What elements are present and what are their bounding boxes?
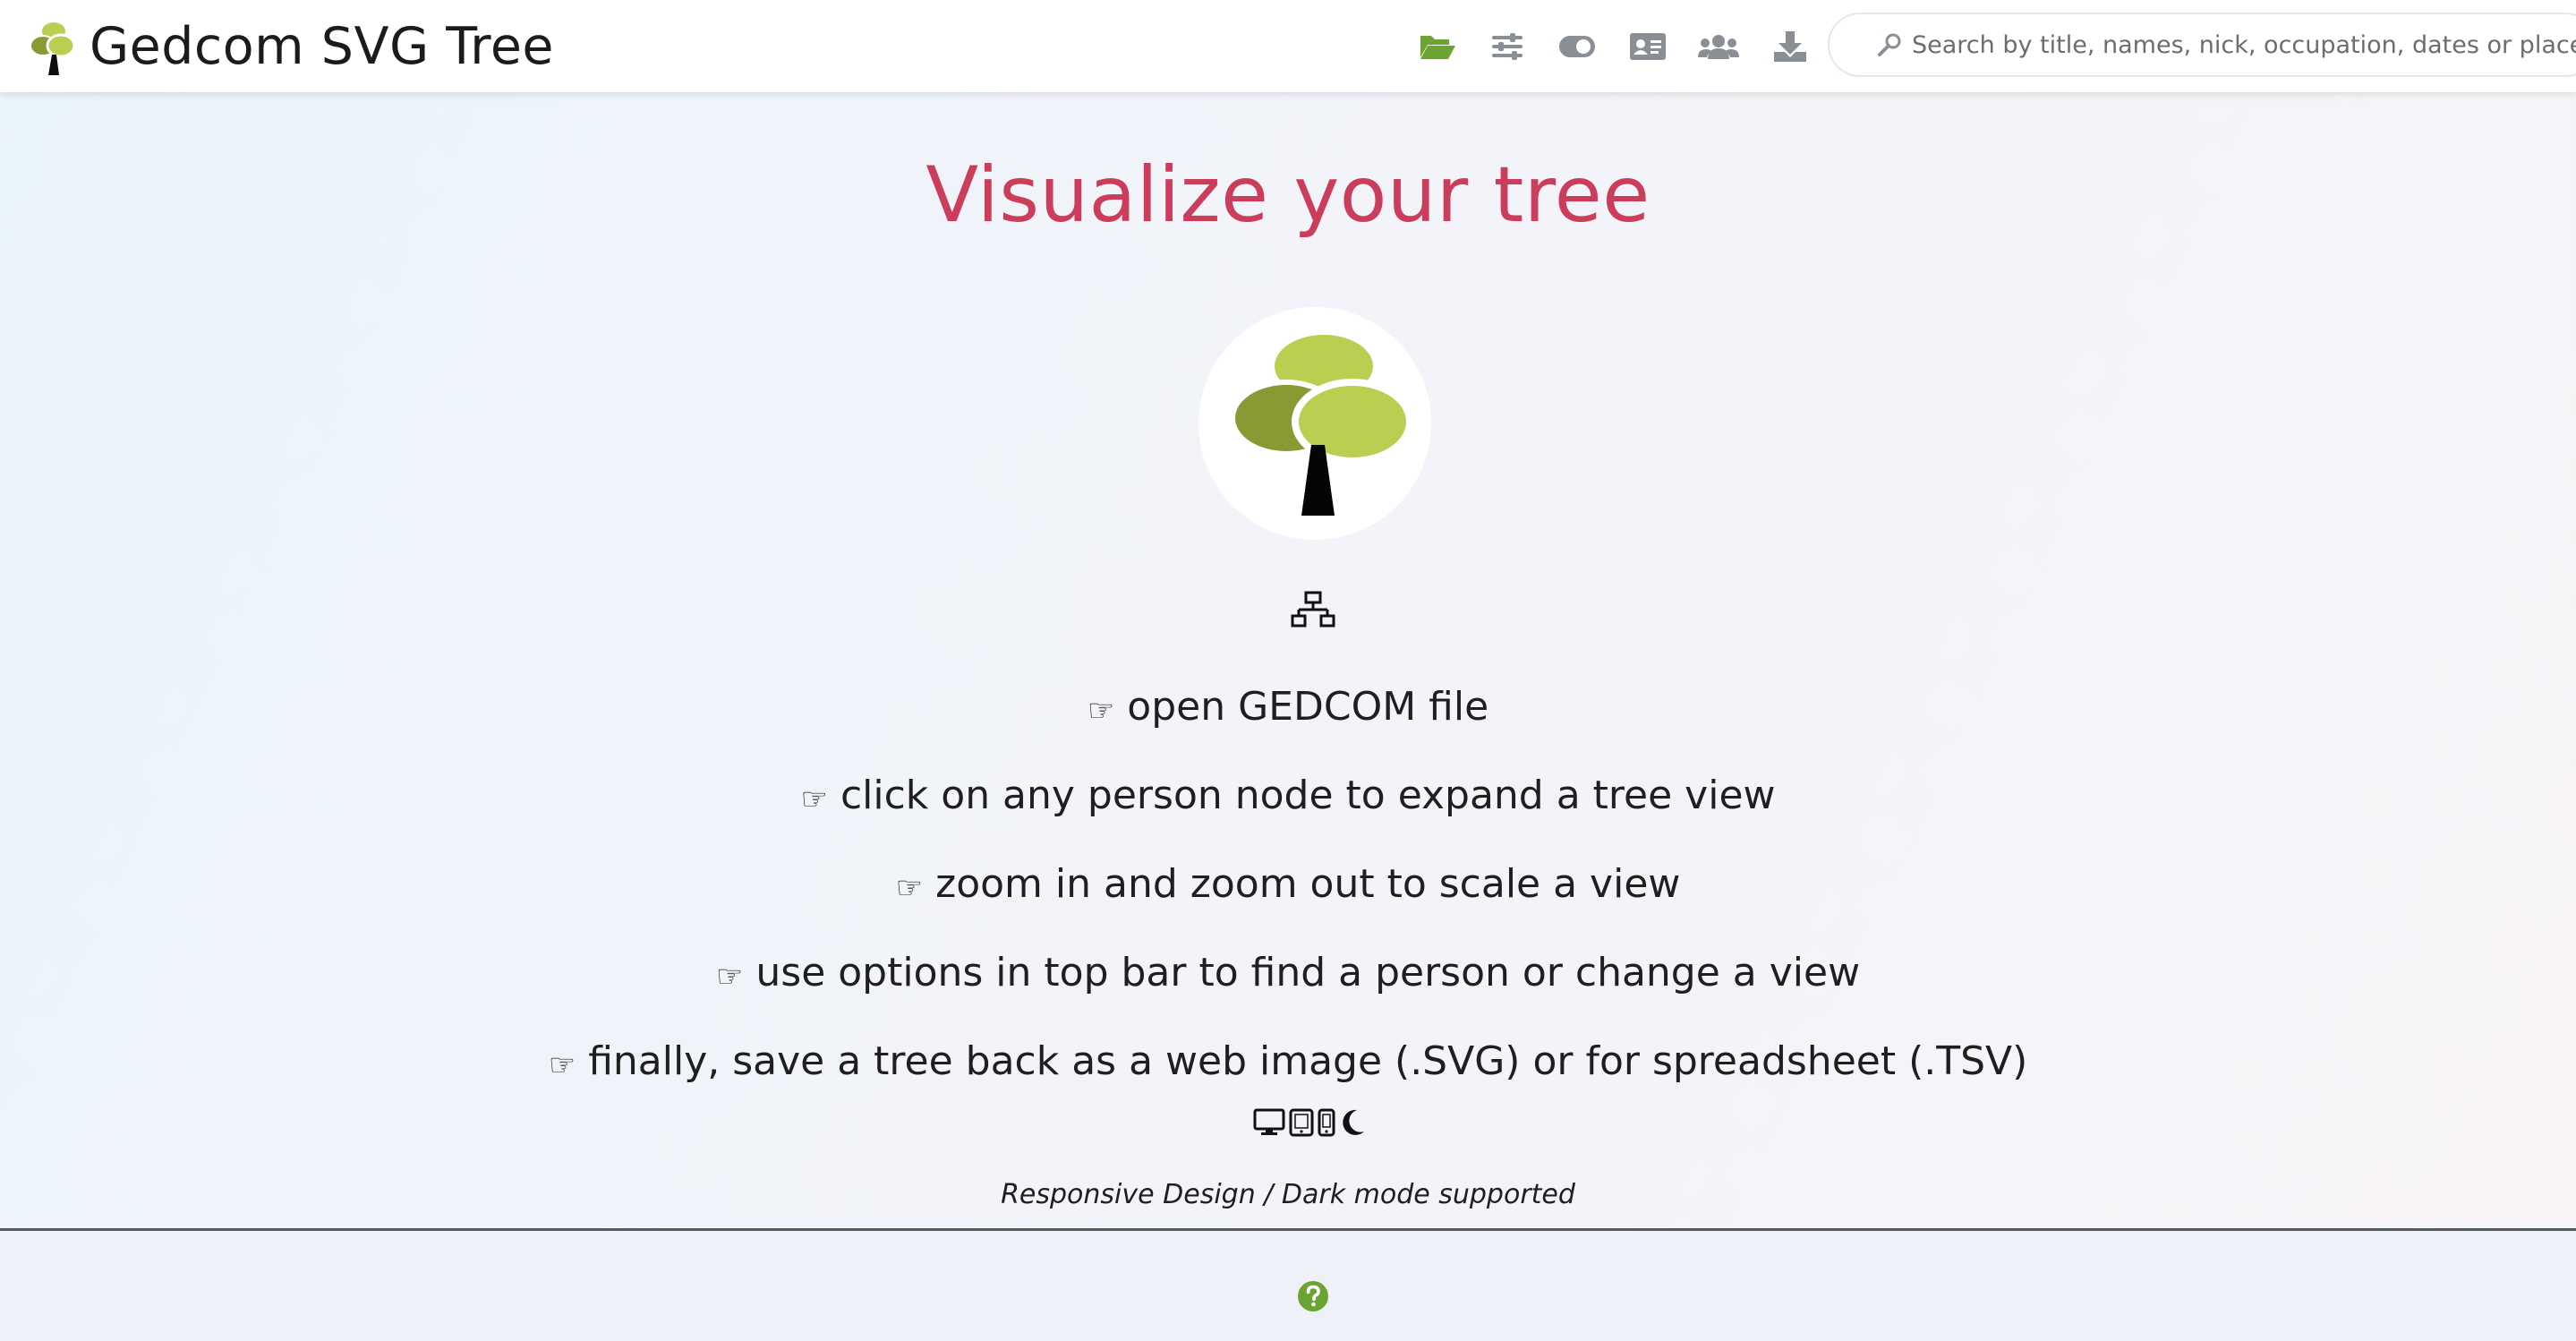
search-icon <box>1878 33 1901 56</box>
people-button[interactable] <box>1693 22 1744 71</box>
folder-open-icon <box>1420 36 1455 59</box>
users-icon <box>1698 35 1739 59</box>
sliders-icon <box>1492 33 1523 60</box>
footer <box>0 1231 2576 1341</box>
page-title: Visualize your tree <box>925 150 1651 240</box>
instruction-step: ☞ use options in top bar to find a perso… <box>0 928 2576 1017</box>
instruction-step: ☞ open GEDCOM file <box>0 662 2576 751</box>
tree-logo-icon <box>30 21 76 75</box>
download-button[interactable] <box>1765 22 1815 71</box>
tablet-icon <box>1289 1108 1314 1137</box>
instruction-step: ☞ finally, save a tree back as a web ima… <box>0 1017 2576 1106</box>
instruction-text: zoom in and zoom out to scale a view <box>935 861 1681 907</box>
top-bar: Gedcom SVG Tree <box>0 0 2576 92</box>
id-card-icon <box>1630 33 1666 60</box>
app-title: Gedcom SVG Tree <box>90 17 554 76</box>
device-icons <box>1253 1103 1378 1142</box>
instruction-step: ☞ zoom in and zoom out to scale a view <box>0 840 2576 928</box>
instruction-step: ☞ click on any person node to expand a t… <box>0 751 2576 840</box>
instructions-list: ☞ open GEDCOM file ☞ click on any person… <box>0 662 2576 1106</box>
mobile-icon <box>1318 1108 1335 1137</box>
search-box[interactable] <box>1828 13 2576 77</box>
instruction-text: finally, save a tree back as a web image… <box>588 1038 2028 1084</box>
question-circle-icon[interactable] <box>1297 1280 1329 1312</box>
hand-pointer-icon: ☞ <box>800 781 828 817</box>
options-button[interactable] <box>1482 22 1532 71</box>
desktop-icon <box>1253 1108 1285 1135</box>
hand-pointer-icon: ☞ <box>548 1046 576 1083</box>
instruction-text: open GEDCOM file <box>1127 684 1489 730</box>
moon-icon <box>1343 1109 1364 1135</box>
person-card-button[interactable] <box>1623 22 1673 71</box>
responsive-note: Responsive Design / Dark mode supported <box>1001 1179 1575 1210</box>
hand-pointer-icon: ☞ <box>715 958 744 995</box>
search-input[interactable] <box>1910 30 2576 60</box>
sitemap-icon <box>1291 591 1335 628</box>
tree-illustration-icon <box>1230 329 1413 516</box>
download-icon <box>1774 31 1806 62</box>
hand-pointer-icon: ☞ <box>895 869 924 906</box>
brand[interactable]: Gedcom SVG Tree <box>29 11 554 82</box>
tree-logo-large <box>1198 307 1431 540</box>
open-file-button[interactable] <box>1412 22 1463 71</box>
view-toggle-button[interactable] <box>1552 22 1602 71</box>
instruction-text: use options in top bar to find a person … <box>755 950 1861 995</box>
toggle-icon <box>1559 36 1595 57</box>
hand-pointer-icon: ☞ <box>1087 692 1115 729</box>
instruction-text: click on any person node to expand a tre… <box>840 773 1776 818</box>
